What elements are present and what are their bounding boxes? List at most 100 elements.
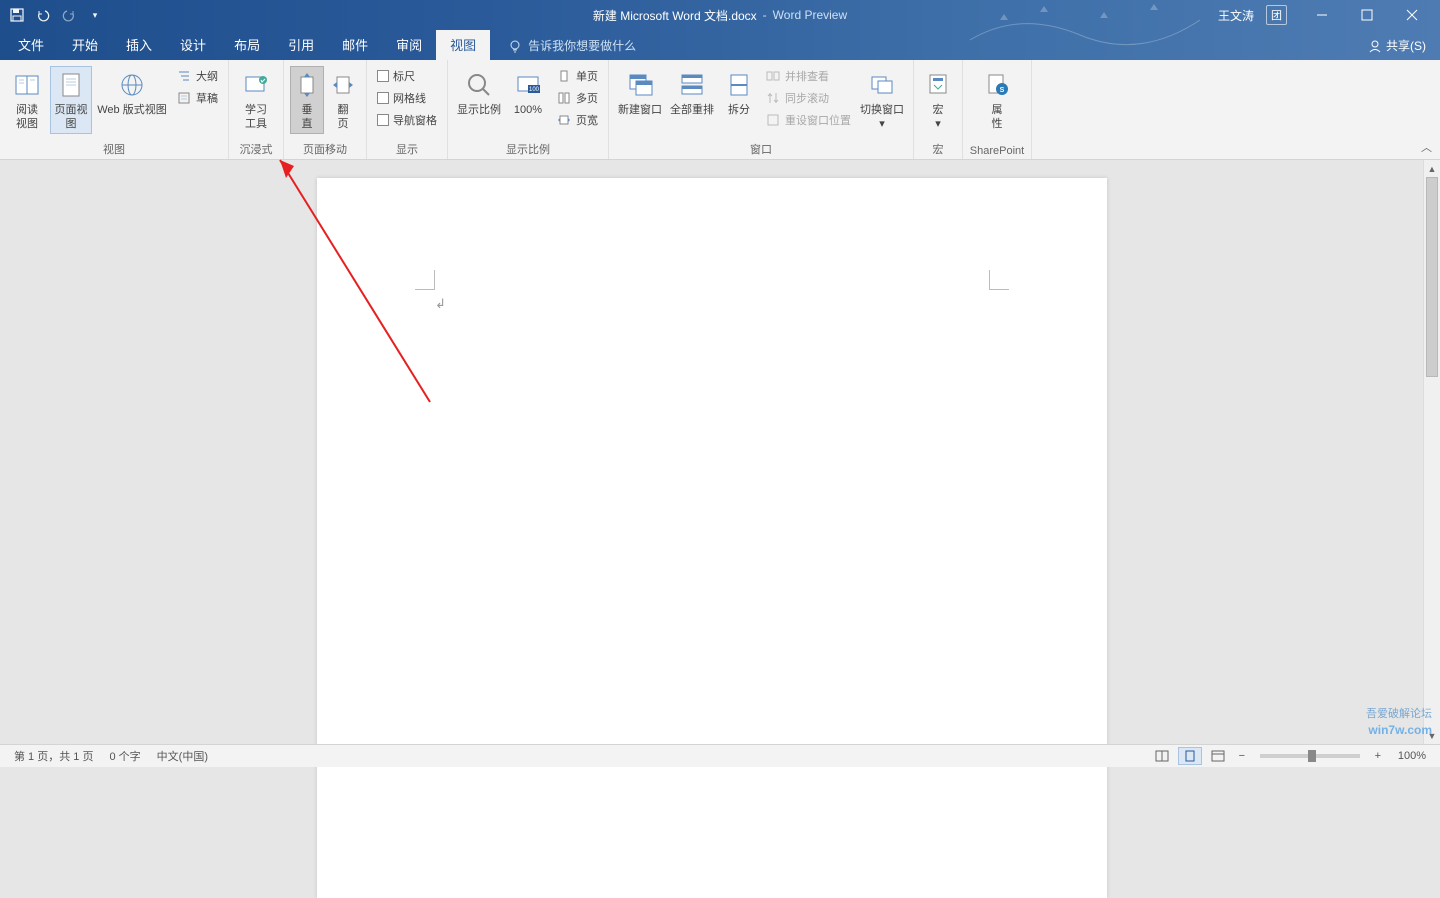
draft-button[interactable]: 草稿 bbox=[172, 88, 222, 108]
tab-file[interactable]: 文件 bbox=[4, 29, 58, 60]
title-right: 王文涛 团 bbox=[1218, 0, 1440, 30]
read-mode-view-icon[interactable] bbox=[1150, 747, 1174, 765]
reset-window-button[interactable]: 重设窗口位置 bbox=[761, 110, 855, 130]
magnifier-icon bbox=[463, 69, 495, 101]
zoom-slider-knob[interactable] bbox=[1308, 750, 1316, 762]
zoom-level[interactable]: 100% bbox=[1390, 750, 1434, 762]
sync-scroll-button[interactable]: 同步滚动 bbox=[761, 88, 855, 108]
print-layout-view-icon[interactable] bbox=[1178, 747, 1202, 765]
vertical-scrollbar[interactable]: ▲ ▼ bbox=[1423, 160, 1440, 744]
split-button[interactable]: 拆分 bbox=[719, 66, 759, 120]
gridlines-label: 网格线 bbox=[393, 90, 426, 106]
switch-window-icon bbox=[866, 69, 898, 101]
arrange-all-label: 全部重排 bbox=[670, 103, 714, 117]
split-icon bbox=[723, 69, 755, 101]
new-window-button[interactable]: 新建窗口 bbox=[615, 66, 665, 120]
reset-window-label: 重设窗口位置 bbox=[785, 112, 851, 128]
one-page-label: 单页 bbox=[576, 68, 598, 84]
page-width-button[interactable]: 页宽 bbox=[552, 110, 602, 130]
save-icon[interactable] bbox=[8, 6, 26, 24]
multi-page-button[interactable]: 多页 bbox=[552, 88, 602, 108]
split-label: 拆分 bbox=[728, 103, 750, 117]
undo-icon[interactable] bbox=[34, 6, 52, 24]
group-zoom: 显示比例 100 100% 单页 多页 页宽 显示比例 bbox=[448, 60, 609, 159]
zoom-out-button[interactable]: − bbox=[1234, 750, 1250, 762]
language[interactable]: 中文(中国) bbox=[149, 748, 216, 764]
properties-button[interactable]: S 属性 bbox=[969, 66, 1025, 134]
switch-window-button[interactable]: 切换窗口▾ bbox=[857, 66, 907, 134]
tab-layout[interactable]: 布局 bbox=[220, 29, 274, 60]
outline-label: 大纲 bbox=[196, 68, 218, 84]
web-layout-label: Web 版式视图 bbox=[97, 103, 166, 117]
redo-icon[interactable] bbox=[60, 6, 78, 24]
group-views: 阅读视图 页面视图 Web 版式视图 大纲 草稿 视图 bbox=[0, 60, 229, 159]
team-badge[interactable]: 团 bbox=[1266, 5, 1287, 25]
web-layout-button[interactable]: Web 版式视图 bbox=[94, 66, 170, 120]
read-mode-icon bbox=[11, 69, 43, 101]
group-macro: 宏▾ 宏 bbox=[914, 60, 963, 159]
maximize-button[interactable] bbox=[1344, 0, 1389, 30]
print-layout-button[interactable]: 页面视图 bbox=[50, 66, 92, 134]
tell-me-placeholder: 告诉我你想要做什么 bbox=[528, 37, 636, 54]
flip-icon bbox=[327, 69, 359, 101]
zoom-slider[interactable] bbox=[1260, 754, 1360, 758]
web-layout-icon bbox=[116, 69, 148, 101]
tab-review[interactable]: 审阅 bbox=[382, 29, 436, 60]
ribbon: 阅读视图 页面视图 Web 版式视图 大纲 草稿 视图 学习工具 沉浸式 bbox=[0, 60, 1440, 160]
tab-view[interactable]: 视图 bbox=[436, 29, 490, 60]
document-page[interactable]: ↲ bbox=[317, 178, 1107, 898]
word-count[interactable]: 0 个字 bbox=[101, 748, 148, 764]
margin-corner-tr bbox=[989, 270, 1009, 290]
document-title: 新建 Microsoft Word 文档.docx bbox=[593, 7, 757, 24]
group-views-label: 视图 bbox=[6, 140, 222, 159]
share-button[interactable]: 共享(S) bbox=[1354, 31, 1440, 60]
page-width-label: 页宽 bbox=[576, 112, 598, 128]
learning-tools-button[interactable]: 学习工具 bbox=[235, 66, 277, 134]
zoom-button[interactable]: 显示比例 bbox=[454, 66, 504, 120]
hundred-button[interactable]: 100 100% bbox=[506, 66, 550, 120]
hundred-label: 100% bbox=[514, 103, 542, 117]
side-by-side-button[interactable]: 并排查看 bbox=[761, 66, 855, 86]
tab-design[interactable]: 设计 bbox=[166, 29, 220, 60]
macro-button[interactable]: 宏▾ bbox=[920, 66, 956, 134]
read-mode-label: 阅读视图 bbox=[16, 103, 38, 131]
page-count[interactable]: 第 1 页，共 1 页 bbox=[6, 748, 101, 764]
arrange-all-button[interactable]: 全部重排 bbox=[667, 66, 717, 120]
tab-insert[interactable]: 插入 bbox=[112, 29, 166, 60]
tab-mail[interactable]: 邮件 bbox=[328, 29, 382, 60]
zoom-in-button[interactable]: + bbox=[1370, 750, 1386, 762]
tab-references[interactable]: 引用 bbox=[274, 29, 328, 60]
group-zoom-label: 显示比例 bbox=[454, 140, 602, 159]
vertical-label: 垂直 bbox=[302, 103, 313, 131]
watermark-forum: 吾爱破解论坛 bbox=[1366, 705, 1432, 721]
scroll-up-icon[interactable]: ▲ bbox=[1424, 160, 1440, 177]
margin-corner-tl bbox=[415, 270, 435, 290]
collapse-ribbon-icon[interactable]: ︿ bbox=[1421, 139, 1432, 155]
user-name[interactable]: 王文涛 bbox=[1218, 7, 1254, 24]
outline-button[interactable]: 大纲 bbox=[172, 66, 222, 86]
qat-customize-icon[interactable]: ▾ bbox=[86, 6, 104, 24]
new-window-label: 新建窗口 bbox=[618, 103, 662, 117]
minimize-button[interactable] bbox=[1299, 0, 1344, 30]
tab-home[interactable]: 开始 bbox=[58, 29, 112, 60]
scroll-thumb[interactable] bbox=[1426, 177, 1438, 377]
hundred-icon: 100 bbox=[512, 69, 544, 101]
macro-label: 宏▾ bbox=[933, 103, 944, 131]
tell-me-search[interactable]: 告诉我你想要做什么 bbox=[500, 31, 644, 60]
web-layout-view-icon[interactable] bbox=[1206, 747, 1230, 765]
vertical-button[interactable]: 垂直 bbox=[290, 66, 324, 134]
navpane-checkbox[interactable]: 导航窗格 bbox=[373, 110, 441, 130]
ruler-checkbox[interactable]: 标尺 bbox=[373, 66, 441, 86]
flip-button[interactable]: 翻页 bbox=[326, 66, 360, 134]
document-area[interactable]: ↲ bbox=[0, 160, 1440, 744]
learning-tools-label: 学习工具 bbox=[245, 103, 267, 131]
checkbox-icon bbox=[377, 114, 389, 126]
new-window-icon bbox=[624, 69, 656, 101]
read-mode-button[interactable]: 阅读视图 bbox=[6, 66, 48, 134]
flip-label: 翻页 bbox=[338, 103, 349, 131]
close-button[interactable] bbox=[1389, 0, 1434, 30]
gridlines-checkbox[interactable]: 网格线 bbox=[373, 88, 441, 108]
one-page-button[interactable]: 单页 bbox=[552, 66, 602, 86]
properties-icon: S bbox=[981, 69, 1013, 101]
svg-text:100: 100 bbox=[529, 87, 540, 93]
